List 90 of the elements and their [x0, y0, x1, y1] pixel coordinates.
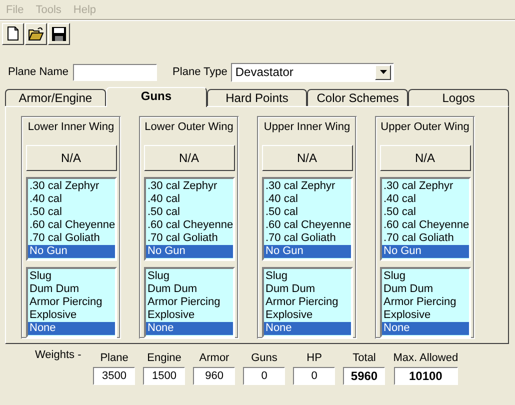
dropdown[interactable]: Devastator [231, 62, 394, 82]
toolbar-button[interactable] [25, 23, 47, 45]
value-field[interactable]: 5960 [343, 367, 386, 385]
list-item[interactable]: .50 cal [382, 206, 468, 219]
column-label: Max. Allowed [393, 352, 458, 364]
list-item[interactable]: .40 cal [28, 193, 114, 206]
tab[interactable]: Color Schemes [307, 89, 408, 106]
gun-button[interactable]: N/A [26, 144, 116, 171]
group-title: Upper Inner Wing [264, 121, 350, 135]
list-item[interactable]: .40 cal [146, 193, 232, 206]
value-field[interactable]: 1500 [143, 367, 186, 385]
list-item[interactable]: .70 cal Goliath [264, 232, 350, 245]
value-field[interactable]: 10100 [394, 367, 458, 385]
column-label: Guns [251, 352, 278, 364]
list-box[interactable]: Slug Dum Dum Armor Piercing Explosive None [380, 267, 470, 338]
value-field[interactable]: 0 [293, 367, 336, 385]
column-label: Plane [100, 352, 128, 364]
list-item[interactable]: None [28, 322, 114, 335]
list-item[interactable]: .40 cal [264, 193, 350, 206]
value-field[interactable]: 0 [243, 367, 286, 385]
tab[interactable]: Guns [106, 87, 207, 107]
list-item[interactable]: .60 cal Cheyenne [382, 219, 468, 232]
list-item[interactable]: .50 cal [264, 206, 350, 219]
list-item[interactable]: .60 cal Cheyenne [146, 219, 232, 232]
weights-label: Weights - [35, 349, 82, 363]
list-box[interactable]: Slug Dum Dum Armor Piercing Explosive None [144, 267, 234, 338]
column-label: HP [306, 352, 322, 364]
list-item[interactable]: .70 cal Goliath [382, 232, 468, 245]
column-label: Engine [147, 352, 182, 364]
toolbar-button[interactable] [2, 23, 24, 45]
list-item[interactable]: Armor Piercing [146, 296, 232, 309]
input-field[interactable] [72, 64, 157, 80]
list-box[interactable]: .30 cal Zephyr .40 cal .50 cal .60 cal Cheyenne .70 cal Goliath No Gun [380, 177, 470, 261]
value-field[interactable]: 3500 [93, 367, 136, 385]
list-item[interactable]: .30 cal Zephyr [146, 180, 232, 193]
list-item[interactable]: .70 cal Goliath [146, 232, 232, 245]
list-item[interactable]: Explosive [146, 309, 232, 322]
list-item[interactable]: No Gun [382, 245, 468, 258]
list-item[interactable]: Armor Piercing [264, 296, 350, 309]
list-item[interactable]: Armor Piercing [382, 296, 468, 309]
gun-button[interactable]: N/A [380, 144, 470, 171]
list-item[interactable]: Slug [382, 270, 468, 283]
list-item[interactable]: None [382, 322, 468, 335]
list-item[interactable]: .30 cal Zephyr [382, 180, 468, 193]
list-item[interactable]: Explosive [382, 309, 468, 322]
list-item[interactable]: Explosive [28, 309, 114, 322]
list-box[interactable]: .30 cal Zephyr .40 cal .50 cal .60 cal Cheyenne .70 cal Goliath No Gun [144, 177, 234, 261]
list-item[interactable]: .30 cal Zephyr [264, 180, 350, 193]
list-item[interactable]: .60 cal Cheyenne [264, 219, 350, 232]
tab[interactable]: Armor/Engine [5, 89, 106, 106]
list-item[interactable]: Explosive [264, 309, 350, 322]
list-item[interactable]: .70 cal Goliath [28, 232, 114, 245]
gun-button[interactable]: N/A [262, 144, 352, 171]
list-item[interactable]: .50 cal [28, 206, 114, 219]
list-box[interactable]: Slug Dum Dum Armor Piercing Explosive None [26, 267, 116, 338]
list-box[interactable]: .30 cal Zephyr .40 cal .50 cal .60 cal Cheyenne .70 cal Goliath No Gun [262, 177, 352, 261]
list-item[interactable]: Dum Dum [28, 283, 114, 296]
list-item[interactable]: .30 cal Zephyr [28, 180, 114, 193]
list-item[interactable]: Dum Dum [382, 283, 468, 296]
tab[interactable]: Hard Points [206, 89, 308, 106]
gun-button[interactable]: N/A [144, 144, 234, 171]
list-item[interactable]: No Gun [28, 245, 114, 258]
list-item[interactable]: Armor Piercing [28, 296, 114, 309]
list-box[interactable]: .30 cal Zephyr .40 cal .50 cal .60 cal Cheyenne .70 cal Goliath No Gun [26, 177, 116, 261]
tab[interactable]: Logos [408, 89, 509, 106]
column-label: Armor [199, 352, 230, 364]
group-title: Lower Inner Wing [28, 121, 114, 135]
list-item[interactable]: .40 cal [382, 193, 468, 206]
toolbar-button[interactable] [48, 23, 70, 45]
list-item[interactable]: Slug [264, 270, 350, 283]
list-item[interactable]: Slug [28, 270, 114, 283]
list-item[interactable]: No Gun [146, 245, 232, 258]
column-label: Total [352, 352, 376, 364]
group-title: Lower Outer Wing [144, 121, 234, 135]
list-item[interactable]: No Gun [264, 245, 350, 258]
list-item[interactable]: None [264, 322, 350, 335]
list-item[interactable]: None [146, 322, 232, 335]
list-item[interactable]: .50 cal [146, 206, 232, 219]
list-box[interactable]: Slug Dum Dum Armor Piercing Explosive None [262, 267, 352, 338]
group-title: Upper Outer Wing [380, 121, 470, 135]
list-item[interactable]: Slug [146, 270, 232, 283]
value-field[interactable]: 960 [193, 367, 236, 385]
list-item[interactable]: Dum Dum [146, 283, 232, 296]
folder-icon [28, 26, 44, 42]
list-item[interactable]: Dum Dum [264, 283, 350, 296]
field-label: Plane Name [8, 66, 69, 78]
new-file-icon [5, 26, 21, 42]
field-label: Plane Type [172, 66, 228, 78]
list-item[interactable]: .60 cal Cheyenne [28, 219, 114, 232]
dropdown-arrow-icon [380, 70, 387, 74]
